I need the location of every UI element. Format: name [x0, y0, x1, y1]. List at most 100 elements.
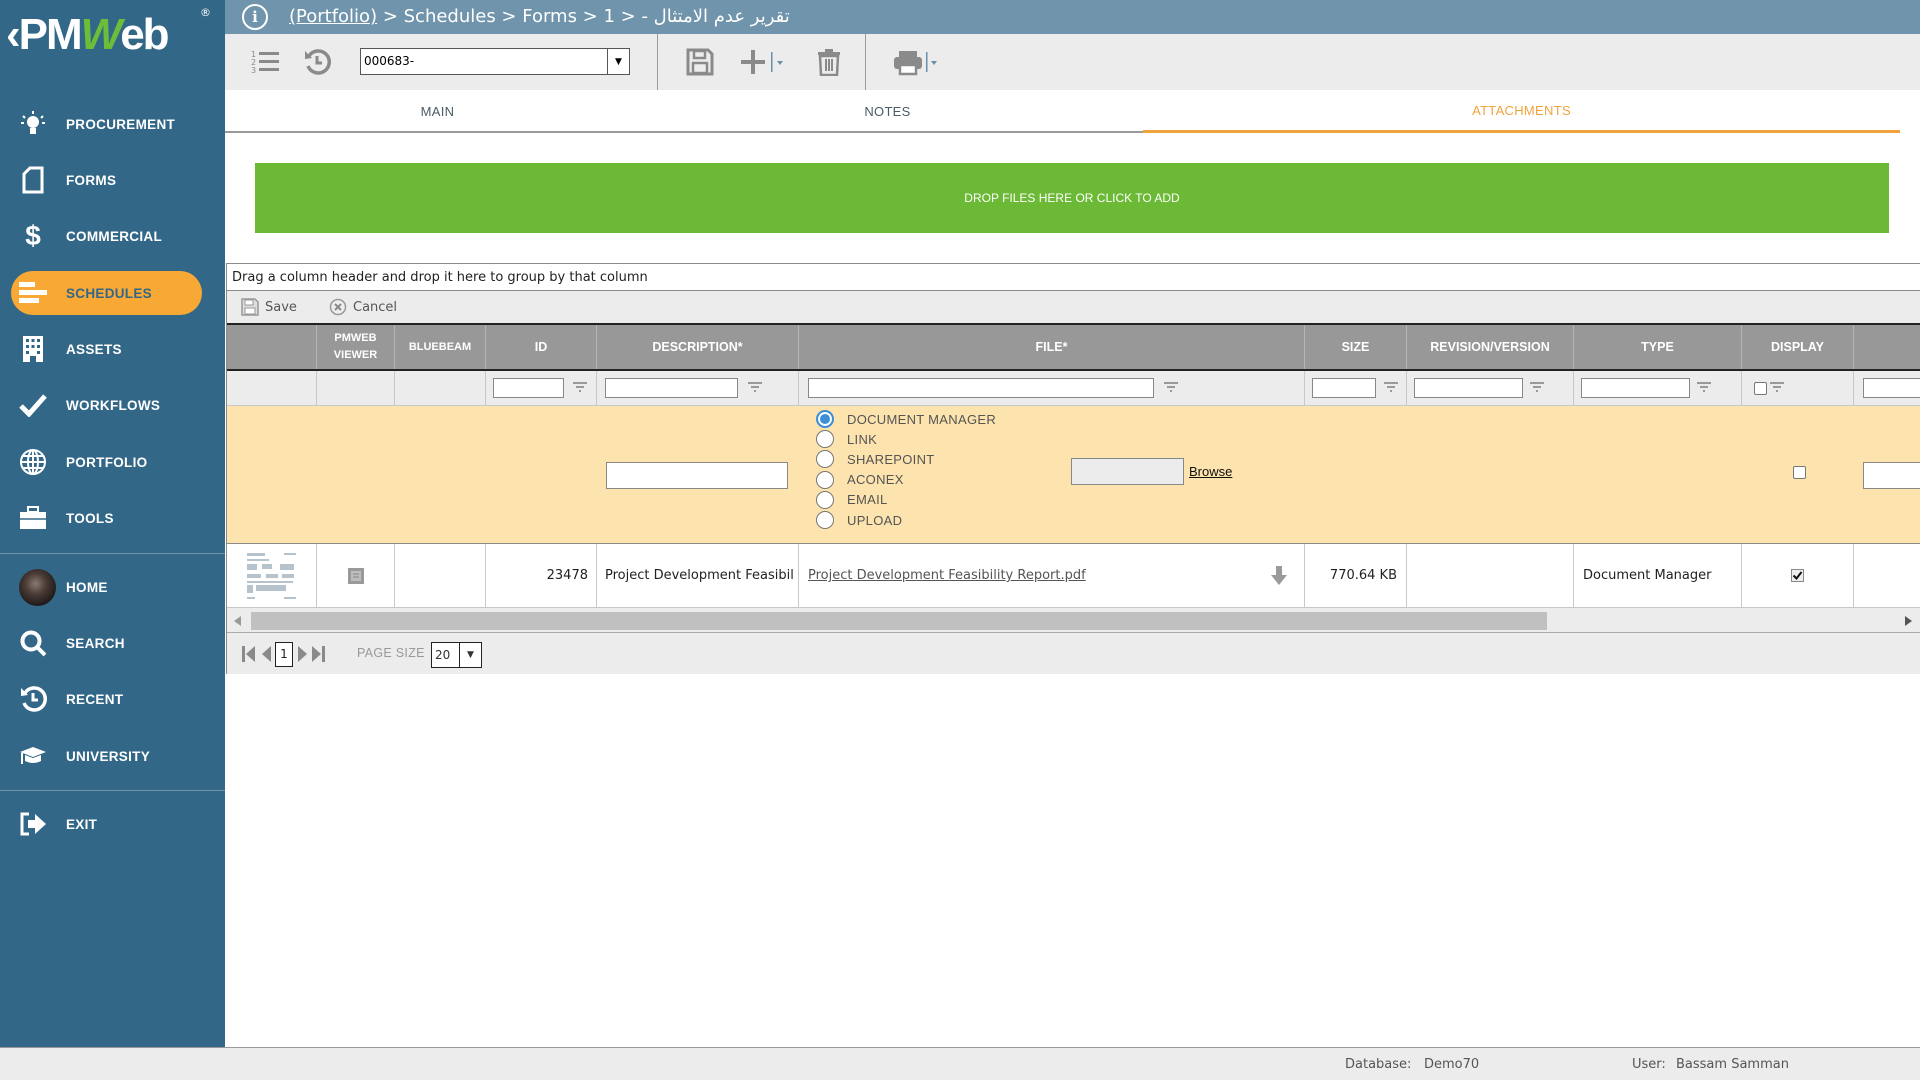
filter-icon[interactable] [1163, 380, 1179, 396]
download-icon[interactable] [1271, 566, 1287, 586]
column-header-id[interactable]: ID [486, 325, 597, 369]
grid-save-button[interactable]: Save [241, 298, 297, 316]
display-cell [1742, 544, 1854, 607]
tab-main[interactable]: MAIN [225, 90, 650, 132]
next-page-icon[interactable] [297, 645, 307, 663]
type-filter-input[interactable] [1581, 378, 1690, 398]
print-icon[interactable] [893, 46, 943, 78]
display-filter-checkbox[interactable] [1754, 382, 1767, 395]
radio-button[interactable] [816, 490, 834, 509]
sidebar-item-home[interactable]: HOME [0, 565, 225, 609]
new-description-input[interactable] [606, 462, 788, 489]
column-header-file[interactable]: FILE* [799, 325, 1305, 369]
filter-icon[interactable] [1383, 380, 1399, 396]
file-dropzone[interactable]: DROP FILES HERE OR CLICK TO ADD [255, 163, 1889, 233]
horizontal-scrollbar[interactable] [227, 608, 1920, 633]
grid-cancel-button[interactable]: Cancel [329, 298, 397, 316]
column-header-description[interactable]: DESCRIPTION* [597, 325, 799, 369]
breadcrumb-portfolio-link[interactable]: (Portfolio) [289, 6, 377, 27]
history-icon[interactable] [301, 46, 333, 78]
first-page-icon[interactable] [242, 645, 256, 663]
document-thumbnail[interactable] [243, 549, 300, 602]
file-source-radio-aconex[interactable]: ACONEX [816, 470, 904, 489]
file-path-input[interactable] [1071, 458, 1184, 485]
pmweb-viewer-icon[interactable] [347, 567, 365, 585]
scrollbar-thumb[interactable] [251, 612, 1547, 630]
display-checkbox-checked[interactable] [1791, 569, 1804, 582]
filter-icon[interactable] [747, 380, 763, 396]
chevron-down-icon[interactable]: ▼ [459, 643, 481, 667]
sidebar-item-search[interactable]: SEARCH [0, 621, 225, 665]
file-filter-input[interactable] [808, 378, 1154, 398]
file-source-radio-email[interactable]: EMAIL [816, 490, 888, 509]
column-header-extra[interactable] [1854, 325, 1920, 369]
description-filter-input[interactable] [605, 378, 738, 398]
column-header-pmweb-viewer[interactable]: PMWEB VIEWER [317, 325, 395, 369]
filter-icon[interactable] [1696, 380, 1712, 396]
previous-page-icon[interactable] [262, 645, 272, 663]
file-link[interactable]: Project Development Feasibility Report.p… [808, 568, 1086, 583]
scroll-right-icon[interactable] [1904, 616, 1912, 626]
file-cell: Project Development Feasibility Report.p… [799, 544, 1305, 607]
new-display-checkbox[interactable] [1793, 466, 1806, 479]
last-page-icon[interactable] [311, 645, 325, 663]
revision-filter-input[interactable] [1414, 378, 1523, 398]
id-cell: 23478 [486, 544, 597, 607]
column-header-bluebeam[interactable]: BLUEBEAM [395, 325, 486, 369]
radio-button[interactable] [816, 511, 834, 529]
file-source-radio-sharepoint[interactable]: SHAREPOINT [816, 450, 935, 469]
sidebar-item-workflows[interactable]: WORKFLOWS [0, 383, 225, 427]
tab-attachments[interactable]: ATTACHMENTS [1143, 90, 1900, 133]
sidebar-item-procurement[interactable]: PROCUREMENT [0, 102, 225, 146]
radio-button[interactable] [816, 470, 834, 489]
sidebar-item-commercial[interactable]: $ COMMERCIAL [0, 214, 225, 258]
sidebar-item-portfolio[interactable]: PORTFOLIO [0, 440, 225, 484]
sidebar-item-assets[interactable]: ASSETS [0, 327, 225, 371]
sidebar-item-university[interactable]: UNIVERSITY [0, 734, 225, 778]
radio-label: SHAREPOINT [847, 451, 935, 467]
radio-button[interactable] [816, 410, 834, 428]
sidebar-item-exit[interactable]: EXIT [0, 802, 225, 846]
pager: 1 PAGE SIZE 20 ▼ [227, 633, 1920, 674]
file-source-radio-document-manager[interactable]: DOCUMENT MANAGER [816, 410, 996, 428]
column-header-type[interactable]: TYPE [1574, 325, 1742, 369]
new-extra-input[interactable] [1863, 462, 1920, 489]
page-size-select[interactable]: 20 ▼ [431, 642, 482, 668]
sidebar-item-recent[interactable]: RECENT [0, 677, 225, 721]
delete-icon[interactable] [813, 46, 845, 78]
save-icon[interactable] [684, 46, 716, 78]
file-source-radio-upload[interactable]: UPLOAD [816, 511, 902, 529]
pmweb-logo[interactable]: ‹PMWeb ® [0, 0, 225, 90]
column-header-thumbnail[interactable] [227, 325, 317, 369]
record-selector[interactable]: 000683- ▼ [360, 48, 630, 75]
database-label: Database: [1345, 1057, 1412, 1072]
filter-cell-empty [227, 371, 317, 405]
tab-notes[interactable]: NOTES [650, 90, 1125, 132]
lightbulb-icon [18, 109, 48, 139]
filter-icon[interactable] [1529, 380, 1545, 396]
sidebar-item-schedules[interactable]: SCHEDULES [0, 271, 225, 315]
column-header-revision[interactable]: REVISION/VERSION [1407, 325, 1574, 369]
extra-filter-input[interactable] [1863, 378, 1920, 398]
chevron-down-icon[interactable]: ▼ [607, 49, 629, 74]
numbered-list-icon[interactable]: 123 [250, 46, 282, 78]
radio-button[interactable] [816, 450, 834, 469]
info-icon[interactable]: i [242, 4, 268, 30]
scroll-left-icon[interactable] [234, 616, 242, 626]
add-icon[interactable] [739, 46, 789, 78]
column-header-display[interactable]: DISPLAY [1742, 325, 1854, 369]
file-source-radio-link[interactable]: LINK [816, 430, 877, 449]
filter-icon[interactable] [572, 380, 588, 396]
group-by-area[interactable]: Drag a column header and drop it here to… [227, 264, 1920, 291]
sidebar-item-forms[interactable]: FORMS [0, 158, 225, 202]
filter-icon[interactable] [1769, 380, 1785, 396]
id-filter-input[interactable] [493, 378, 564, 398]
current-page-input[interactable]: 1 [275, 642, 293, 667]
size-filter-input[interactable] [1312, 378, 1376, 398]
radio-button[interactable] [816, 430, 834, 449]
schedule-bars-icon [18, 278, 48, 308]
column-header-size[interactable]: SIZE [1305, 325, 1407, 369]
browse-link[interactable]: Browse [1189, 464, 1232, 479]
table-row[interactable]: 23478 Project Development Feasibil Proje… [227, 544, 1920, 608]
sidebar-item-tools[interactable]: TOOLS [0, 496, 225, 540]
